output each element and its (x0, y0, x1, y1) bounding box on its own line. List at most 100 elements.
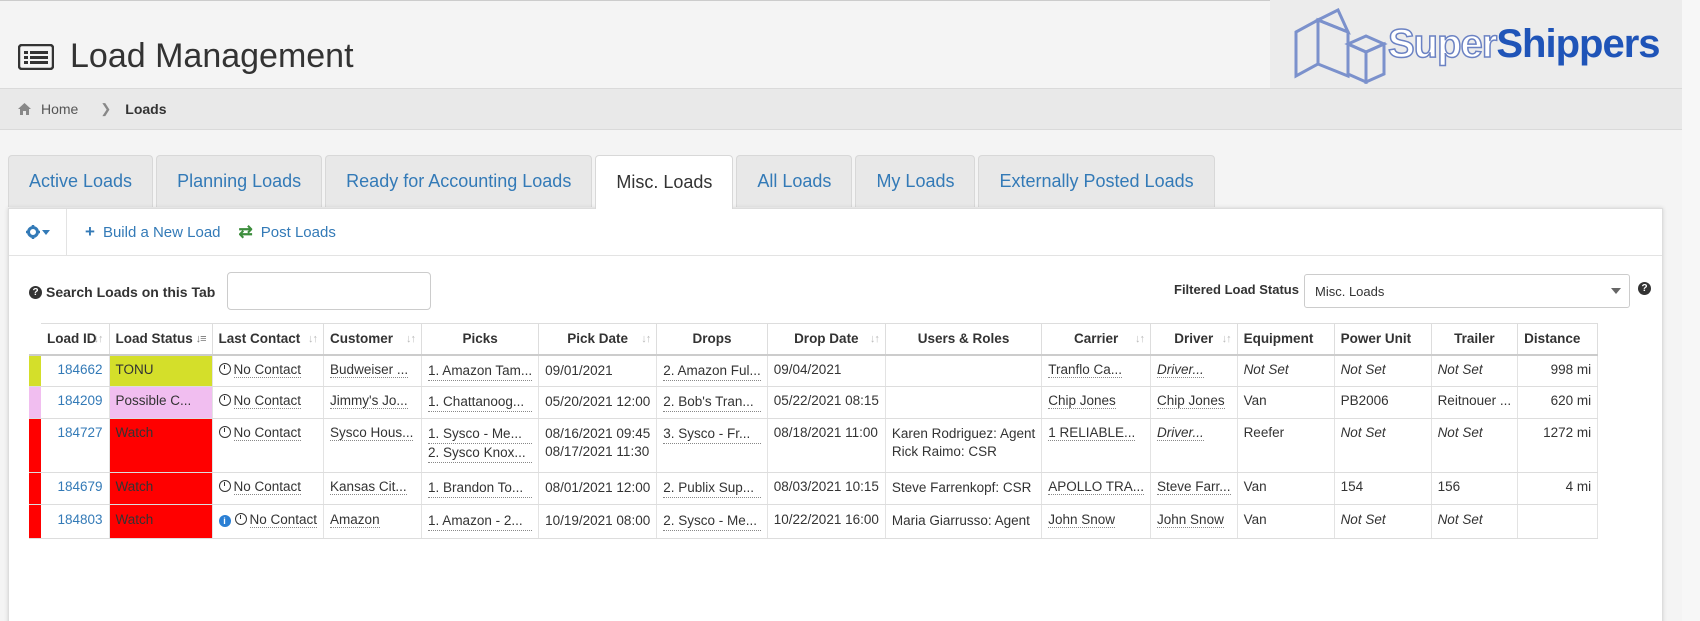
col-picks: Picks (421, 323, 540, 356)
sort-icon: ↓↑ (93, 333, 104, 345)
chevron-right-icon: ❯ (100, 101, 112, 116)
pick-item: 1. Chattanoog... (428, 393, 533, 412)
customer-cell[interactable]: Kansas Cit... (323, 472, 423, 505)
driver-cell[interactable]: John Snow (1150, 504, 1238, 539)
tab-planning-loads[interactable]: Planning Loads (156, 155, 323, 207)
drop-date-cell: 05/22/2021 08:15 (767, 386, 886, 419)
col-driver[interactable]: Driver ↓↑ (1150, 323, 1238, 356)
load-status-filter-select[interactable]: Misc. Loads (1304, 274, 1630, 308)
drops-cell[interactable]: 3. Sysco - Fr... (656, 418, 768, 473)
table-row[interactable]: 184679 Watch No Contact Kansas Cit... 1.… (29, 472, 1599, 505)
carrier-cell[interactable]: Chip Jones (1041, 386, 1152, 419)
load-id-link[interactable]: 184679 (41, 472, 110, 505)
table-header-row: Load ID ↓↑ Load Status ↓≡ Last Contact ↓↑ C… (29, 323, 1599, 356)
carrier-cell[interactable]: Tranflo Ca... (1041, 354, 1152, 387)
last-contact-cell[interactable]: No Contact (212, 386, 325, 419)
driver-cell[interactable]: Steve Farr... (1150, 472, 1238, 505)
col-last-contact[interactable]: Last Contact ↓↑ (212, 323, 325, 356)
build-new-load-button[interactable]: + Build a New Load (85, 222, 221, 242)
picks-cell[interactable]: 1. Brandon To... (421, 472, 540, 505)
last-contact-cell[interactable]: i No Contact (212, 504, 325, 539)
tab-my-loads[interactable]: My Loads (855, 155, 976, 207)
col-label: Carrier (1073, 331, 1119, 347)
user-role-item: Rick Raimo: CSR (891, 444, 997, 459)
col-label: Picks (462, 331, 498, 347)
pick-item: 1. Amazon - 2... (428, 512, 533, 531)
table-row[interactable]: 184662 TONU No Contact Budweiser ... 1. … (29, 354, 1599, 387)
carrier-text: John Snow (1048, 512, 1116, 528)
drops-cell[interactable]: 2. Publix Sup... (656, 472, 768, 505)
customer-cell[interactable]: Sysco Hous... (323, 418, 423, 473)
driver-text: Chip Jones (1157, 393, 1225, 409)
trailer-cell: Not Set (1431, 418, 1519, 473)
carrier-cell[interactable]: 1 RELIABLE... (1041, 418, 1152, 473)
col-pick-date[interactable]: Pick Date ↓↑ (538, 323, 658, 356)
drops-cell[interactable]: 2. Amazon Ful... (656, 354, 768, 387)
carrier-cell[interactable]: APOLLO TRA... (1041, 472, 1152, 505)
pick-date-cell: 09/01/2021 (538, 354, 658, 387)
drop-date-cell: 09/04/2021 (767, 354, 886, 387)
filter-help-icon[interactable]: ? (1638, 282, 1651, 295)
load-status-cell: TONU (109, 354, 213, 387)
table-row[interactable]: 184209 Possible C... No Contact Jimmy's … (29, 386, 1599, 419)
last-contact-cell[interactable]: No Contact (212, 472, 325, 505)
post-loads-button[interactable]: ⇄ Post Loads (239, 222, 336, 242)
customer-cell[interactable]: Jimmy's Jo... (323, 386, 423, 419)
drops-cell[interactable]: 2. Bob's Tran... (656, 386, 768, 419)
driver-cell[interactable]: Chip Jones (1150, 386, 1238, 419)
col-label: Driver (1174, 331, 1214, 347)
users-roles-cell: Karen Rodriguez: Agent Rick Raimo: CSR (885, 418, 1043, 473)
settings-dropdown-button[interactable] (9, 208, 67, 256)
loads-table-container[interactable]: Load ID ↓↑ Load Status ↓≡ Last Contact ↓↑ C… (29, 323, 1644, 553)
gear-icon (25, 225, 50, 239)
page-scrollbar[interactable] (1682, 0, 1700, 621)
table-row[interactable]: 184727 Watch No Contact Sysco Hous... 1.… (29, 418, 1599, 473)
last-contact-cell[interactable]: No Contact (212, 418, 325, 473)
col-label: Drop Date (794, 331, 859, 347)
col-load-status[interactable]: Load Status ↓≡ (109, 323, 213, 356)
caret-down-icon (41, 230, 50, 235)
tab-active-loads[interactable]: Active Loads (8, 155, 154, 207)
breadcrumb-home-link[interactable]: Home (41, 101, 78, 117)
clock-icon (234, 513, 247, 525)
picks-cell[interactable]: 1. Sysco - Me... 2. Sysco Knox... (421, 418, 540, 473)
tab-ready-for-accounting-loads[interactable]: Ready for Accounting Loads (325, 155, 593, 207)
driver-cell[interactable]: Driver... (1150, 354, 1238, 387)
load-id-link[interactable]: 184727 (41, 418, 110, 473)
brand-logo: SuperShippers (1270, 0, 1682, 88)
search-input[interactable] (227, 272, 431, 310)
customer-text: Budweiser ... (330, 361, 409, 378)
col-carrier[interactable]: Carrier ↓↑ (1041, 323, 1152, 356)
last-contact-cell[interactable]: No Contact (212, 354, 325, 387)
table-row[interactable]: 184803 Watch i No Contact Amazon 1. Amazo… (29, 504, 1599, 539)
pick-date-text: 05/20/2021 12:00 (545, 394, 651, 409)
info-icon[interactable]: i (218, 515, 231, 527)
tab-all-loads[interactable]: All Loads (736, 155, 853, 207)
search-row: ? Search Loads on this Tab Filtered Load… (9, 272, 1662, 312)
driver-cell[interactable]: Driver... (1150, 418, 1238, 473)
load-id-link[interactable]: 184209 (41, 386, 110, 419)
customer-cell[interactable]: Budweiser ... (323, 354, 423, 387)
picks-cell[interactable]: 1. Chattanoog... (421, 386, 540, 419)
drops-cell[interactable]: 2. Sysco - Me... (656, 504, 768, 539)
col-customer[interactable]: Customer ↓↑ (323, 323, 423, 356)
customer-cell[interactable]: Amazon (323, 504, 423, 539)
load-id-link[interactable]: 184662 (41, 354, 110, 387)
post-loads-label: Post Loads (260, 223, 336, 241)
tab-misc-loads[interactable]: Misc. Loads (595, 155, 734, 209)
retweet-icon: ⇄ (238, 222, 253, 241)
page-title: Load Management (70, 37, 354, 75)
load-id-link[interactable]: 184803 (41, 504, 110, 539)
col-load-id[interactable]: Load ID ↓↑ (41, 323, 110, 356)
clock-icon (218, 362, 231, 375)
carrier-cell[interactable]: John Snow (1041, 504, 1152, 539)
col-drop-date[interactable]: Drop Date ↓↑ (767, 323, 886, 356)
picks-cell[interactable]: 1. Amazon Tam... (421, 354, 540, 387)
tab-externally-posted-loads[interactable]: Externally Posted Loads (978, 155, 1215, 207)
app-window: Load Management SuperShippers Home ❯ Loa… (0, 0, 1700, 621)
caret-down-icon (1611, 288, 1621, 294)
picks-cell[interactable]: 1. Amazon - 2... (421, 504, 540, 539)
carrier-text: 1 RELIABLE... (1048, 425, 1136, 441)
last-contact-text: No Contact (249, 512, 318, 528)
customer-text: Kansas Cit... (330, 479, 407, 495)
